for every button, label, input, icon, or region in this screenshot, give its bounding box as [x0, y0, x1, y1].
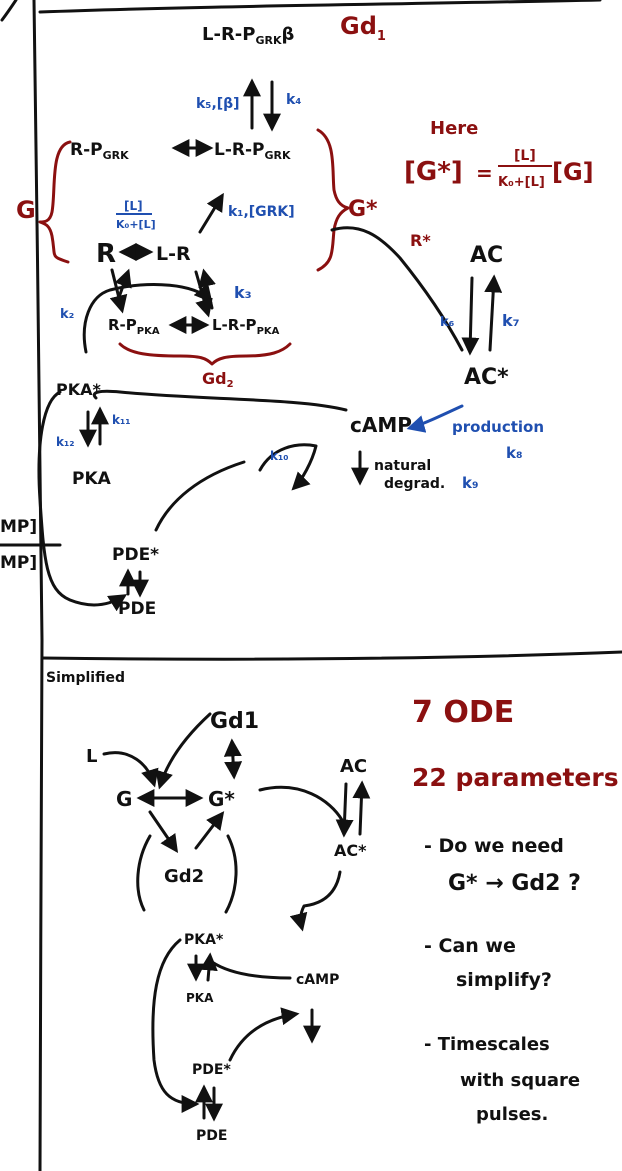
node-acstar-bottom: AC* [334, 841, 367, 860]
arrow-gd1-gstar [223, 738, 243, 780]
eq-den: K₀+[L] [498, 175, 545, 190]
rstar-label: R* [410, 231, 431, 250]
rate-k12: k₁₂ [56, 435, 75, 449]
eq-num: [L] [514, 148, 536, 164]
simplified-label: Simplified [46, 670, 125, 686]
rate-k9: k₉ [462, 474, 479, 492]
left-edge-text-top: MP] [0, 517, 37, 537]
rate-k2: k₂ [60, 307, 74, 322]
node-gd2: Gd2 [164, 866, 204, 887]
arrow-gstar-gd2 [194, 811, 225, 850]
rate-k10: k₁₀ [270, 449, 289, 463]
rate-k11: k₁₁ [112, 413, 131, 427]
node-pde: PDE [118, 599, 156, 619]
node-pka-bottom: PKA [186, 991, 214, 1005]
node-pde-bottom: PDE [196, 1128, 227, 1144]
eq-rhs: [G] [552, 158, 594, 186]
ode-count: 7 ODE [412, 695, 514, 730]
gstar-label: G* [348, 197, 378, 222]
frac-den: K₀+[L] [116, 218, 156, 231]
frac-num: [L] [124, 199, 143, 213]
arrow-g-gd2 [148, 810, 179, 853]
arrow-l-g [102, 751, 159, 788]
rate-k7: k₇ [502, 311, 520, 330]
note-q3-c: pulses. [476, 1104, 548, 1125]
param-count: 22 parameters [412, 763, 619, 792]
here-label: Here [430, 118, 478, 139]
rate-k8: k₈ [506, 444, 523, 462]
camp-to-pka-bottom [210, 960, 292, 980]
g-label: G [16, 196, 36, 224]
arrow-ac-acstar-bottom [335, 782, 354, 838]
node-r: R [96, 239, 116, 269]
node-lr: L-R [156, 243, 191, 265]
camp-to-pkastar-path [92, 389, 348, 412]
node-r-ppka: R-PPKA [108, 316, 160, 337]
top-diagram: L-R-PGRKβ Gd1 k₅,[β] k₄ G G* R-PGRK L-R-… [16, 12, 594, 619]
gd2-left-curve [136, 834, 152, 912]
arrow-gd1-g [155, 712, 212, 790]
node-ac-bottom: AC [340, 756, 367, 777]
arrow-acstar-ac [484, 274, 503, 352]
gstar-to-acstar-path [330, 226, 464, 352]
arrow-pka-loop [82, 283, 213, 354]
node-r-pgrk: R-PGRK [70, 140, 129, 162]
note-q3-a: - Timescales [424, 1034, 550, 1055]
node-pka: PKA [72, 469, 112, 489]
note-q3-b: with square [460, 1070, 580, 1091]
note-q1-a: - Do we need [424, 835, 564, 857]
pkastar-to-pde-bottom [151, 938, 200, 1113]
eq-equals: = [476, 161, 493, 185]
node-gd1: Gd1 [210, 709, 259, 734]
note-q1-b: G* → Gd2 ? [448, 871, 581, 896]
production-label: production [452, 418, 544, 436]
node-camp: cAMP [350, 413, 412, 437]
note-q2-a: - Can we [424, 935, 516, 957]
node-acstar: AC* [464, 365, 509, 390]
node-pdestar-bottom: PDE* [192, 1062, 231, 1078]
degrad-label: degrad. [384, 476, 445, 492]
g-brace [38, 140, 72, 264]
node-pdestar: PDE* [112, 545, 159, 565]
node-lr-ppka: L-R-PPKA [212, 316, 280, 337]
node-camp-bottom: cAMP [296, 972, 339, 988]
node-l: L [86, 746, 97, 767]
rate-k6: k₆ [440, 315, 455, 330]
node-g: G [116, 787, 132, 811]
note-q2-b: simplify? [456, 969, 552, 991]
node-ac: AC [470, 243, 503, 268]
rate-k5-beta: k₅,[β] [196, 96, 240, 112]
arrow-lr-to-lrpgrk [198, 192, 224, 234]
rate-k4: k₄ [286, 92, 301, 108]
arrow-pka-pkastar-bottom [199, 952, 218, 982]
gstar-to-acstar [258, 785, 344, 822]
left-edge-text-bottom: MP] [0, 553, 37, 573]
node-gstar: G* [208, 787, 235, 811]
gd2-right-curve [224, 834, 238, 914]
arrow-pdestar-camp [228, 1007, 300, 1062]
arrow-ac-acstar [461, 276, 480, 356]
natural-label: natural [374, 458, 431, 474]
node-lr-pgrk-beta: L-R-PGRKβ [202, 24, 295, 47]
arrow-acstar-camp [289, 870, 342, 932]
bottom-diagram: Simplified Gd1 L G G* AC AC* Gd2 PKA* cA… [46, 670, 619, 1144]
gstar-brace [316, 128, 350, 272]
rate-k1-grk: k₁,[GRK] [228, 204, 295, 220]
gd1-label: Gd1 [340, 12, 386, 44]
notes-canvas: MP] MP] L-R-PGRKβ Gd1 k₅,[β] k₄ G G* R-P… [0, 0, 622, 1171]
node-pkastar-bottom: PKA* [184, 932, 224, 948]
pdestar-to-k10-path [154, 460, 246, 532]
gd2-brace [118, 342, 292, 366]
rate-k3: k₃ [234, 283, 252, 302]
arrow-acstar-ac-bottom [352, 780, 371, 836]
gd2-label: Gd2 [202, 369, 234, 390]
eq-lhs: [G*] [404, 157, 463, 187]
node-lr-pgrk: L-R-PGRK [214, 140, 291, 162]
